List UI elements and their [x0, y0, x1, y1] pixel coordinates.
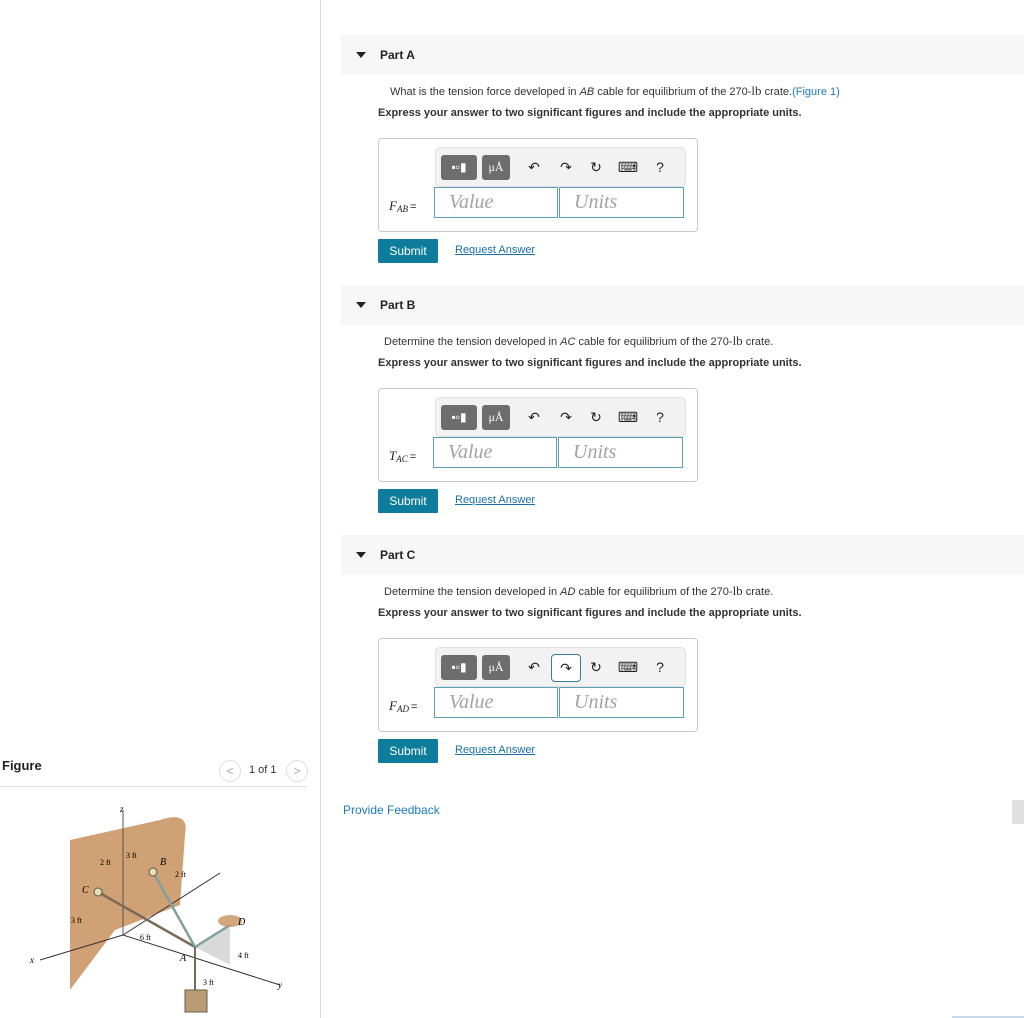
- dim-3ft-a: 3 ft: [126, 851, 138, 860]
- label-y: y: [277, 980, 282, 990]
- dim-6ft: 6 ft: [140, 933, 152, 942]
- redo-icon[interactable]: ↷: [554, 156, 578, 178]
- part-title: Part A: [380, 48, 415, 62]
- instruction-text: Express your answer to two significant f…: [378, 107, 802, 119]
- question-text: What is the tension force developed in A…: [390, 83, 840, 98]
- request-answer-link[interactable]: Request Answer: [455, 744, 535, 756]
- chevron-right-icon: >: [293, 764, 301, 778]
- undo-icon[interactable]: ↶: [522, 656, 546, 678]
- redo-icon[interactable]: ↷: [551, 654, 581, 682]
- part-c: Part C Determine the tension developed i…: [341, 535, 1024, 763]
- crate: [184, 989, 208, 1013]
- label-x: x: [29, 955, 34, 965]
- dim-2ft-a: 2 ft: [100, 858, 112, 867]
- keyboard-icon[interactable]: ⌨: [616, 656, 640, 678]
- panel-divider: [320, 0, 321, 1018]
- fraction-template-icon[interactable]: ▪▫▮: [441, 405, 477, 430]
- label-b: B: [160, 857, 166, 868]
- reset-icon[interactable]: ↻: [584, 156, 608, 178]
- label-a: A: [179, 953, 187, 964]
- units-input[interactable]: Units: [558, 437, 683, 468]
- scrollbar-thumb[interactable]: [1012, 800, 1024, 824]
- help-icon[interactable]: ?: [648, 406, 672, 428]
- keyboard-icon[interactable]: ⌨: [616, 406, 640, 428]
- math-toolbar: ▪▫▮ μÅ ↶ ↷ ↻ ⌨ ?: [435, 397, 686, 437]
- variable-label: TAC =: [389, 448, 417, 464]
- undo-icon[interactable]: ↶: [522, 156, 546, 178]
- figure-divider: [0, 786, 307, 787]
- wall: [70, 817, 186, 990]
- fraction-template-icon[interactable]: ▪▫▮: [441, 655, 477, 680]
- part-b: Part B Determine the tension developed i…: [341, 285, 1024, 513]
- dim-2ft-b: 2 ft: [175, 870, 187, 879]
- submit-button[interactable]: Submit: [378, 239, 438, 263]
- undo-icon[interactable]: ↶: [522, 406, 546, 428]
- units-button[interactable]: μÅ: [482, 655, 510, 680]
- part-title: Part C: [380, 548, 416, 562]
- math-toolbar: ▪▫▮ μÅ ↶ ↷ ↻ ⌨ ?: [435, 647, 686, 687]
- reset-icon[interactable]: ↻: [584, 406, 608, 428]
- request-answer-link[interactable]: Request Answer: [455, 244, 535, 256]
- part-a: Part A What is the tension force develop…: [341, 35, 1024, 263]
- chevron-left-icon: <: [226, 764, 234, 778]
- math-toolbar: ▪▫▮ μÅ ↶ ↷ ↻ ⌨ ?: [435, 147, 686, 187]
- instruction-text: Express your answer to two significant f…: [378, 607, 802, 619]
- units-input[interactable]: Units: [559, 687, 684, 718]
- submit-button[interactable]: Submit: [378, 739, 438, 763]
- figure-prev-button[interactable]: <: [219, 760, 241, 782]
- variable-label: FAB =: [389, 198, 417, 214]
- help-icon[interactable]: ?: [648, 656, 672, 678]
- value-input[interactable]: Value: [434, 187, 558, 218]
- units-button[interactable]: μÅ: [482, 155, 510, 180]
- redo-icon[interactable]: ↷: [554, 406, 578, 428]
- figure-next-button[interactable]: >: [286, 760, 308, 782]
- submit-button[interactable]: Submit: [378, 489, 438, 513]
- label-c: C: [82, 885, 89, 896]
- help-icon[interactable]: ?: [648, 156, 672, 178]
- dim-4ft: 4 ft: [238, 951, 250, 960]
- question-text: Determine the tension developed in AC ca…: [384, 333, 774, 348]
- dim-3ft-b: 3 ft: [71, 916, 83, 925]
- instruction-text: Express your answer to two significant f…: [378, 357, 802, 369]
- figure-title: Figure: [2, 758, 42, 773]
- provide-feedback-link[interactable]: Provide Feedback: [343, 803, 440, 817]
- request-answer-link[interactable]: Request Answer: [455, 494, 535, 506]
- part-a-header[interactable]: Part A: [341, 35, 1024, 75]
- caret-down-icon: [356, 52, 366, 58]
- caret-down-icon: [356, 302, 366, 308]
- fraction-template-icon[interactable]: ▪▫▮: [441, 155, 477, 180]
- units-button[interactable]: μÅ: [482, 405, 510, 430]
- value-input[interactable]: Value: [434, 687, 558, 718]
- part-b-header[interactable]: Part B: [341, 285, 1024, 325]
- variable-label: FAD =: [389, 698, 418, 714]
- figure-diagram: z x y C B A D 2 ft 3 ft 2 ft 3 ft 6 ft 4…: [29, 804, 282, 1013]
- label-z: z: [119, 804, 124, 814]
- caret-down-icon: [356, 552, 366, 558]
- units-input[interactable]: Units: [559, 187, 684, 218]
- label-d: D: [237, 917, 246, 928]
- part-title: Part B: [380, 298, 416, 312]
- figure-link[interactable]: (Figure 1): [792, 86, 840, 98]
- dim-3ft-c: 3 ft: [203, 978, 215, 987]
- answer-box: ▪▫▮ μÅ ↶ ↷ ↻ ⌨ ? TAC = Value Units: [378, 388, 698, 482]
- part-c-header[interactable]: Part C: [341, 535, 1024, 575]
- reset-icon[interactable]: ↻: [584, 656, 608, 678]
- figure-counter: 1 of 1: [249, 764, 277, 776]
- keyboard-icon[interactable]: ⌨: [616, 156, 640, 178]
- answer-box: ▪▫▮ μÅ ↶ ↷ ↻ ⌨ ? FAD = Value Units: [378, 638, 698, 732]
- answer-box: ▪▫▮ μÅ ↶ ↷ ↻ ⌨ ? FAB = Value Units: [378, 138, 698, 232]
- question-text: Determine the tension developed in AD ca…: [384, 583, 774, 598]
- value-input[interactable]: Value: [433, 437, 557, 468]
